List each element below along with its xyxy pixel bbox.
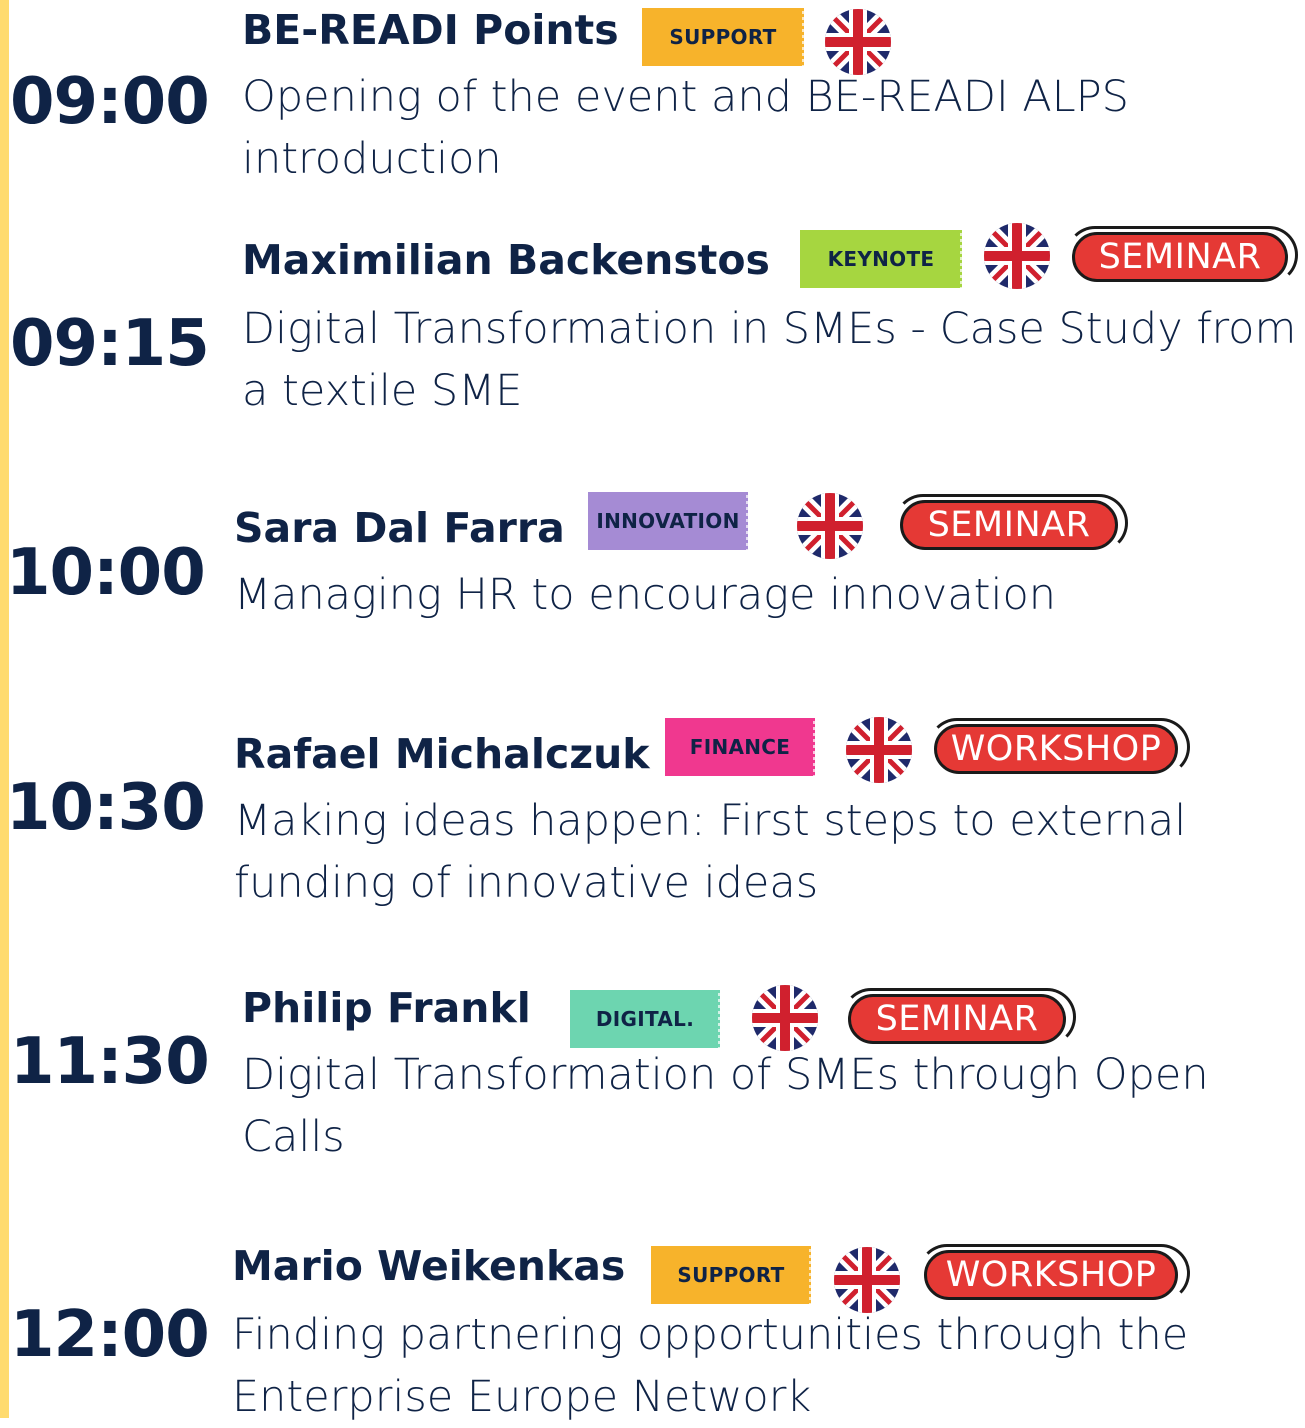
category-tag-innovation: INNOVATION xyxy=(588,492,754,550)
format-pill-seminar: SEMINAR xyxy=(848,994,1066,1044)
category-tag-keynote: KEYNOTE xyxy=(800,230,968,288)
session-title: Digital Transformation in SMEs - Case St… xyxy=(242,304,1297,416)
session-title: Making ideas happen: First steps to exte… xyxy=(234,796,1187,908)
session-time: 09:15 xyxy=(10,307,210,381)
speaker-name: BE-READI Points xyxy=(242,6,619,54)
category-tag-support: SUPPORT xyxy=(642,8,810,66)
uk-flag-icon xyxy=(983,222,1051,290)
session-time: 12:00 xyxy=(10,1298,210,1372)
accent-bar xyxy=(0,0,9,1418)
session-title: Digital Transformation of SMEs through O… xyxy=(242,1050,1209,1162)
session-time: 10:00 xyxy=(6,536,206,610)
speaker-name: Sara Dal Farra xyxy=(234,504,565,552)
session-title: Finding partnering opportunities through… xyxy=(232,1310,1189,1422)
session-time: 11:30 xyxy=(10,1025,210,1099)
category-tag-digital: DIGITAL. xyxy=(570,990,726,1048)
format-pill-workshop: WORKSHOP xyxy=(924,1250,1178,1300)
session-title: Opening of the event and BE-READI ALPS i… xyxy=(242,72,1129,184)
category-tag-finance: FINANCE xyxy=(665,718,821,776)
format-pill-seminar: SEMINAR xyxy=(1072,232,1288,282)
speaker-name: Rafael Michalczuk xyxy=(234,730,650,778)
uk-flag-icon xyxy=(751,984,819,1052)
speaker-name: Maximilian Backenstos xyxy=(242,236,770,284)
format-pill-workshop: WORKSHOP xyxy=(934,724,1178,774)
format-pill-seminar: SEMINAR xyxy=(900,500,1118,550)
category-tag-support: SUPPORT xyxy=(651,1246,817,1304)
session-time: 10:30 xyxy=(6,771,206,845)
session-time: 09:00 xyxy=(10,65,210,139)
speaker-name: Philip Frankl xyxy=(242,984,531,1032)
session-title: Managing HR to encourage innovation xyxy=(234,570,1057,620)
uk-flag-icon xyxy=(845,716,913,784)
speaker-name: Mario Weikenkas xyxy=(232,1242,626,1290)
uk-flag-icon xyxy=(796,492,864,560)
